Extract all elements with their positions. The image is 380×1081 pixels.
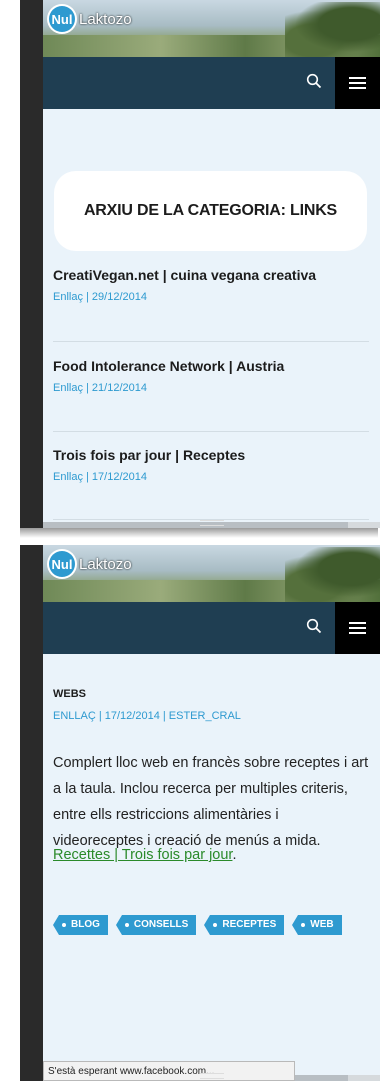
frame-shadow xyxy=(20,528,378,538)
hamburger-menu-icon[interactable] xyxy=(335,602,380,654)
entry-category-link[interactable]: WEBS xyxy=(53,688,86,700)
banner-trees xyxy=(285,2,380,57)
post-item: Food Intolerance Network | Austria Enlla… xyxy=(53,358,369,394)
post-item: CreatiVegan.net | cuina vegana creativa … xyxy=(53,267,369,303)
divider xyxy=(53,431,369,432)
mobile-screen: Nul Laktozo WEBS ENLLAÇ | 17/12/2014 | E… xyxy=(43,545,380,1081)
entry-meta[interactable]: ENLLAÇ | 17/12/2014 | ESTER_CRAL xyxy=(53,710,241,722)
link-suffix: . xyxy=(232,847,237,863)
post-title-link[interactable]: CreatiVegan.net | cuina vegana creativa xyxy=(53,267,369,283)
post-title-link[interactable]: Food Intolerance Network | Austria xyxy=(53,358,369,374)
logo-badge: Nul xyxy=(49,6,75,32)
navigation-bar xyxy=(43,602,380,654)
entry-body-text: Complert lloc web en francès sobre recep… xyxy=(53,755,369,849)
mobile-screen: Nul Laktozo ARXIU DE LA CATEGORIA: LINKS… xyxy=(43,0,380,528)
entry-link-paragraph: Recettes | Trois fois par jour. xyxy=(53,847,236,863)
screenshot-frame-top: Nul Laktozo ARXIU DE LA CATEGORIA: LINKS… xyxy=(20,0,380,528)
post-title-link[interactable]: Trois fois par jour | Receptes xyxy=(53,447,369,463)
hamburger-menu-icon[interactable] xyxy=(335,57,380,109)
post-item: Trois fois par jour | Receptes Enllaç | … xyxy=(53,447,369,483)
tag-consells[interactable]: CONSELLS xyxy=(115,915,197,935)
banner-trees xyxy=(285,547,380,602)
tag-receptes[interactable]: RECEPTES xyxy=(204,915,285,935)
header-banner: Nul Laktozo xyxy=(43,545,380,602)
category-header: ARXIU DE LA CATEGORIA: LINKS xyxy=(54,171,367,251)
site-logo[interactable]: Nul Laktozo xyxy=(49,551,132,577)
post-meta[interactable]: Enllaç | 29/12/2014 xyxy=(53,291,369,303)
screenshot-frame-bottom: Nul Laktozo WEBS ENLLAÇ | 17/12/2014 | E… xyxy=(20,545,380,1081)
search-icon[interactable] xyxy=(304,73,324,93)
search-icon[interactable] xyxy=(304,618,324,638)
resize-grip[interactable] xyxy=(200,1073,224,1079)
navigation-bar xyxy=(43,57,380,109)
logo-text: Laktozo xyxy=(79,10,132,28)
logo-text: Laktozo xyxy=(79,555,132,573)
resize-grip[interactable] xyxy=(200,520,224,526)
category-title: ARXIU DE LA CATEGORIA: LINKS xyxy=(83,202,338,219)
post-meta[interactable]: Enllaç | 17/12/2014 xyxy=(53,471,369,483)
site-logo[interactable]: Nul Laktozo xyxy=(49,6,132,32)
post-meta[interactable]: Enllaç | 21/12/2014 xyxy=(53,382,369,394)
tag-list: BLOG CONSELLS RECEPTES WEB xyxy=(53,915,342,935)
logo-badge: Nul xyxy=(49,551,75,577)
external-link[interactable]: Recettes | Trois fois par jour xyxy=(53,847,232,863)
divider xyxy=(53,341,369,342)
browser-status-bar: S'està esperant www.facebook.com... xyxy=(43,1061,295,1081)
tag-blog[interactable]: BLOG xyxy=(53,915,108,935)
header-banner: Nul Laktozo xyxy=(43,0,380,57)
tag-web[interactable]: WEB xyxy=(292,915,342,935)
